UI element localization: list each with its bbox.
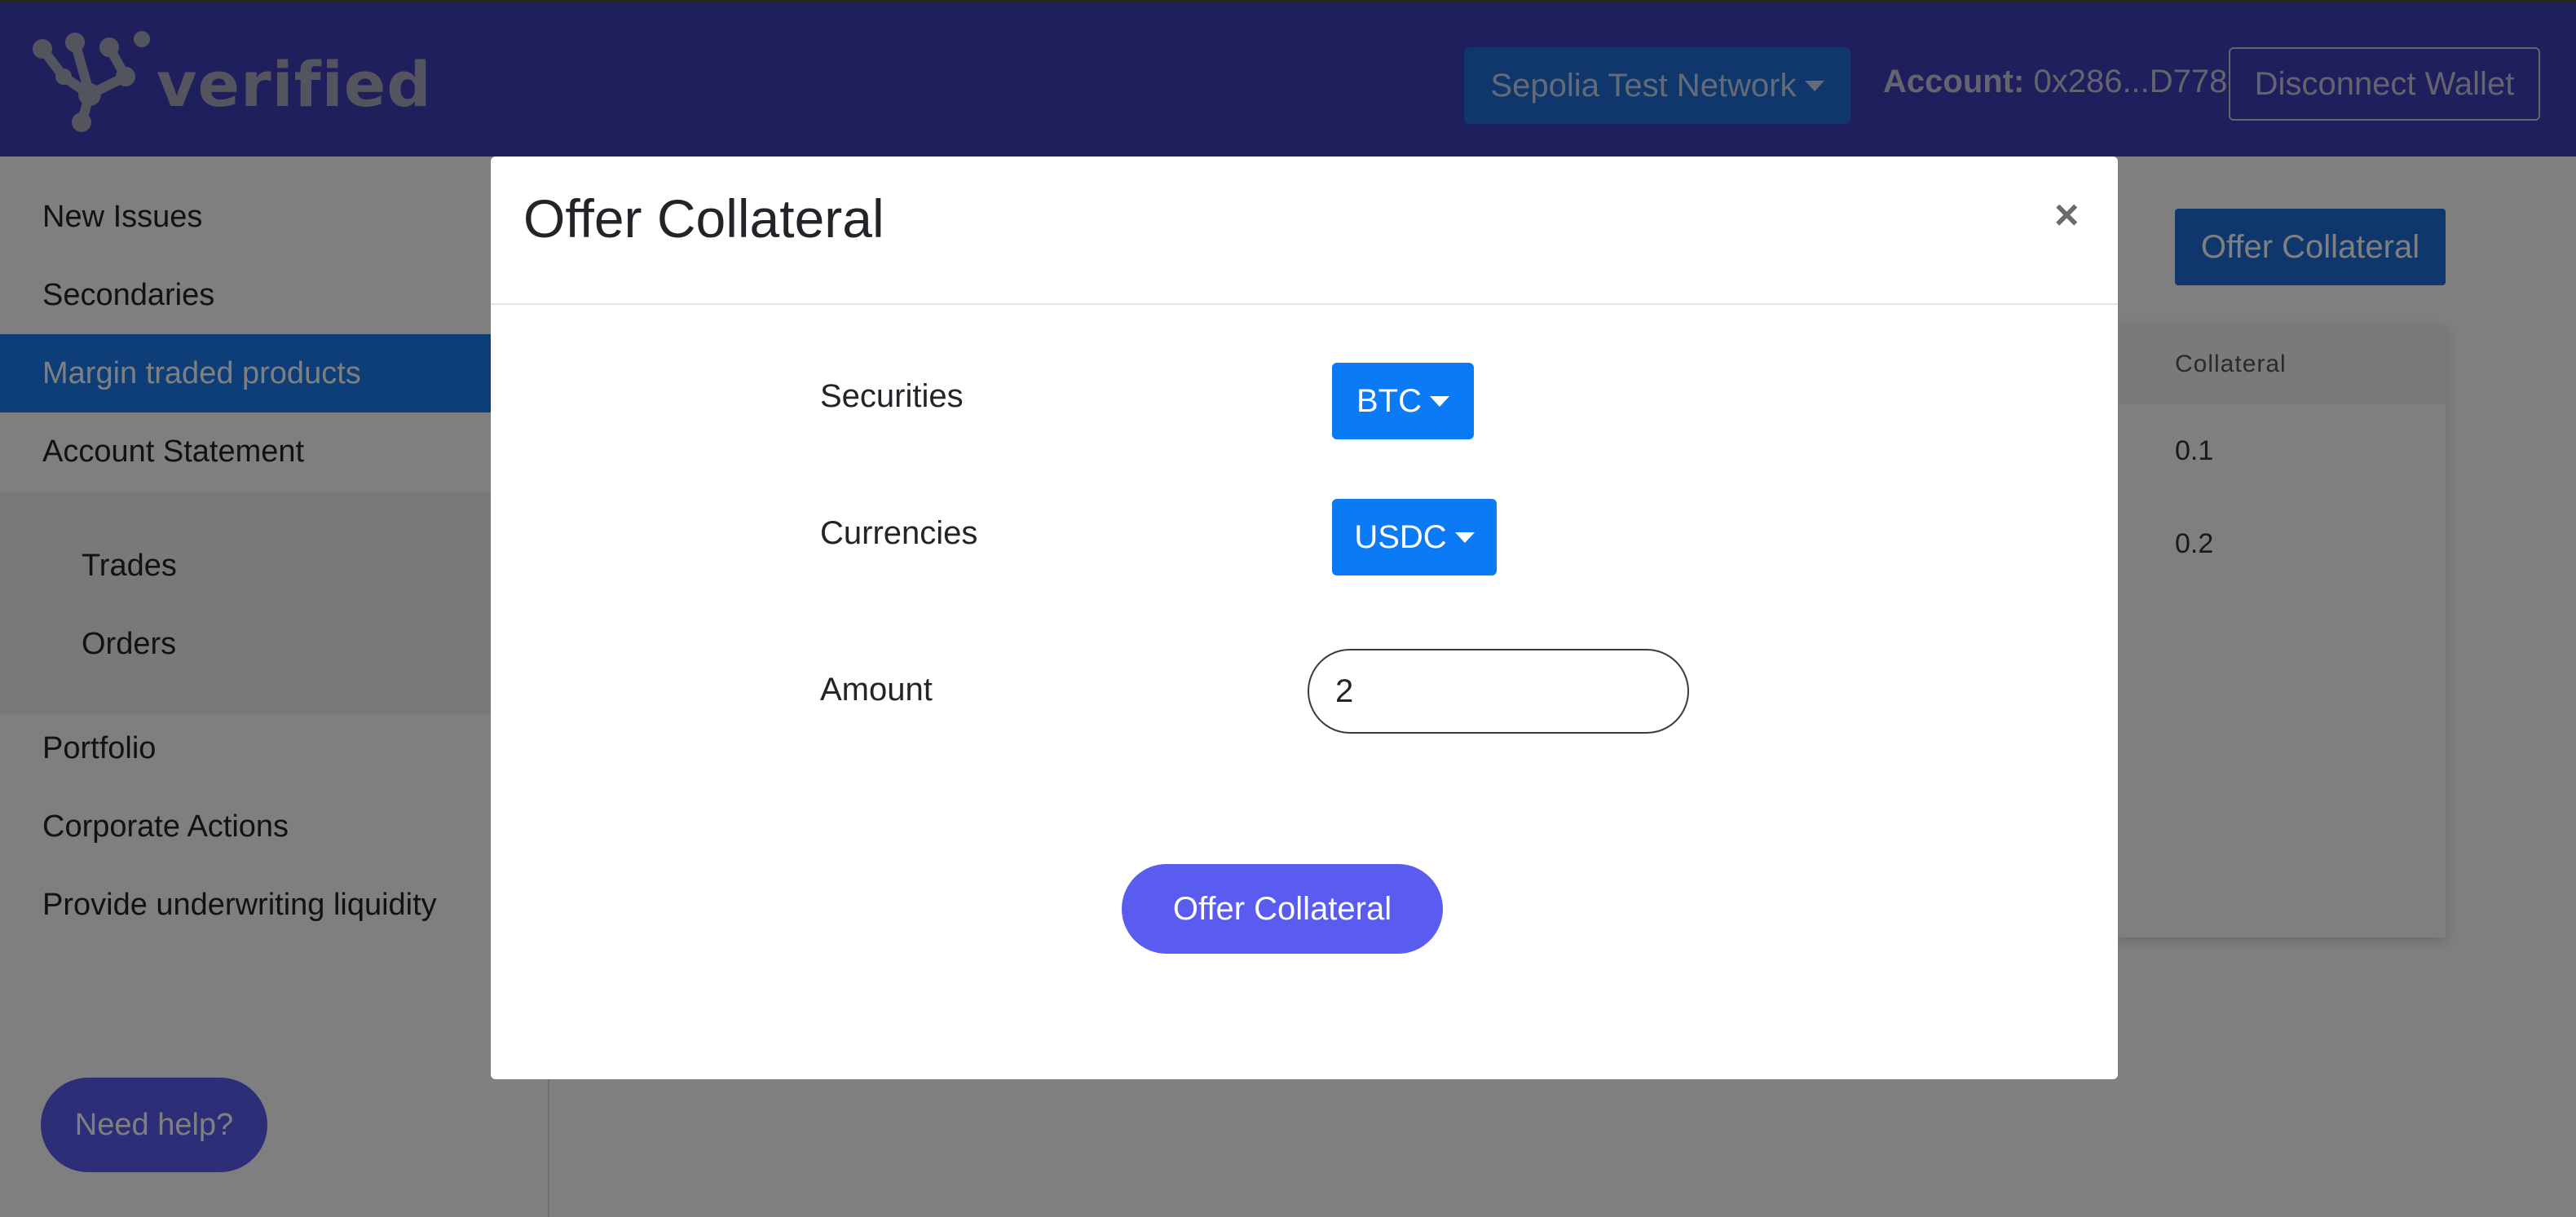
modal-divider bbox=[491, 303, 2118, 305]
securities-label: Securities bbox=[820, 378, 964, 414]
amount-label: Amount bbox=[820, 672, 933, 708]
currencies-label: Currencies bbox=[820, 515, 978, 551]
caret-down-icon bbox=[1454, 531, 1475, 543]
securities-value: BTC bbox=[1356, 382, 1422, 419]
modal-title: Offer Collateral bbox=[523, 188, 884, 249]
caret-down-icon bbox=[1430, 395, 1449, 407]
amount-input[interactable] bbox=[1308, 649, 1689, 734]
offer-collateral-modal: Offer Collateral × Securities BTC Curren… bbox=[491, 157, 2118, 1079]
currencies-dropdown[interactable]: USDC bbox=[1332, 499, 1497, 575]
currencies-value: USDC bbox=[1354, 518, 1447, 555]
securities-dropdown[interactable]: BTC bbox=[1332, 363, 1474, 439]
close-icon[interactable]: × bbox=[2054, 191, 2079, 240]
offer-collateral-submit-button[interactable]: Offer Collateral bbox=[1122, 864, 1443, 954]
